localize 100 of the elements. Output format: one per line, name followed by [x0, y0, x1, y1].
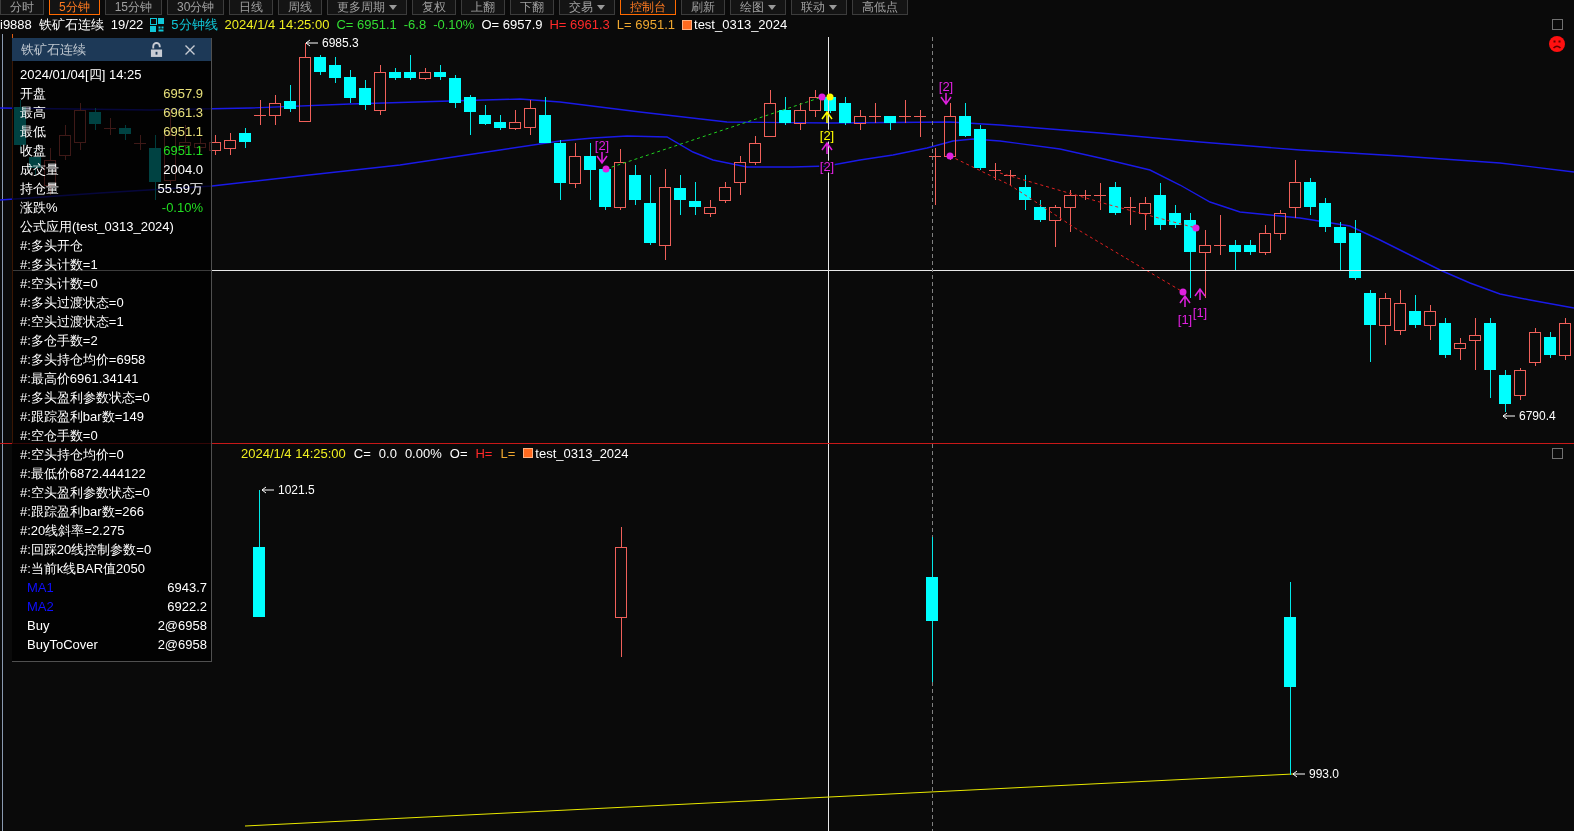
toolbar-button[interactable]: 交易 — [559, 0, 616, 15]
arrow-up-icon — [1194, 287, 1206, 301]
arrow-up-icon — [821, 141, 833, 155]
panel-date: 2024/01/04[四] 14:25 — [20, 65, 142, 84]
open-padlock-icon[interactable] — [150, 42, 163, 57]
candlestick — [329, 56, 341, 84]
indicator-name: Buy — [27, 618, 50, 633]
square-outline-icon[interactable] — [1552, 19, 1563, 30]
quote-value: C= — [353, 445, 371, 461]
candlestick — [794, 102, 806, 131]
quote-value: O= — [449, 445, 468, 461]
candlestick — [1499, 369, 1511, 413]
formula-output-line: #:跟踪盈利bar数=266 — [20, 502, 144, 521]
square-marker-icon — [523, 448, 534, 458]
arrow-up-icon — [1179, 294, 1191, 308]
candlestick — [554, 139, 566, 201]
high-price-label: 6985.3 — [322, 36, 359, 50]
formula-name: test_0313_2024 — [694, 17, 788, 32]
toolbar-button[interactable]: 15分钟 — [104, 0, 163, 15]
bar-datetime: 2024/1/4 14:25:00 — [224, 17, 330, 32]
toolbar-button[interactable]: 周线 — [278, 0, 323, 15]
candlestick — [1003, 169, 1017, 186]
candlestick — [898, 99, 912, 124]
candlestick — [1049, 204, 1061, 248]
signal-dot-icon — [1192, 224, 1200, 232]
candlestick — [809, 89, 821, 118]
indicator-value: 6922.2 — [167, 599, 207, 614]
square-marker-icon — [682, 19, 693, 30]
candlestick — [974, 124, 986, 171]
candlestick — [884, 115, 896, 131]
toolbar-button[interactable]: 下翻 — [510, 0, 555, 15]
leader-arrow — [261, 486, 275, 494]
candlestick — [584, 142, 596, 201]
candlestick — [509, 109, 521, 131]
toolbar-button[interactable]: 更多周期 — [327, 0, 408, 15]
candlestick — [944, 102, 956, 161]
candlestick — [1529, 327, 1541, 367]
candlestick — [359, 79, 371, 111]
sad-face-icon — [1549, 36, 1565, 52]
candlestick — [404, 54, 416, 81]
formula-output-line: #:空仓手数=0 — [20, 426, 98, 445]
signal-label: [2] — [938, 79, 954, 94]
candlestick — [1259, 224, 1271, 256]
signal-dot-icon — [946, 152, 954, 160]
candlestick — [1019, 174, 1031, 211]
formula-output-line: #:跟踪盈利bar数=149 — [20, 407, 144, 426]
toolbar-button[interactable]: 刷新 — [681, 0, 726, 15]
indicator-name: BuyToCover — [27, 637, 98, 652]
quote-value: 6951.1 — [163, 124, 203, 139]
quote-value: 0.0 — [378, 445, 397, 461]
candlestick — [1559, 317, 1571, 361]
toolbar-button[interactable]: 复权 — [412, 0, 457, 15]
candlestick — [284, 84, 296, 113]
indicator-name: MA2 — [27, 599, 54, 614]
quote-value: L= — [500, 445, 516, 461]
toolbar-button[interactable]: 绘图 — [730, 0, 787, 15]
quote-value: H= — [475, 445, 493, 461]
toolbar-button[interactable]: 日线 — [229, 0, 274, 15]
toolbar-button[interactable]: 5分钟 — [49, 0, 100, 15]
quote-value: O= 6957.9 — [481, 17, 543, 32]
signal-label: [2] — [594, 138, 610, 153]
candlestick — [1334, 221, 1346, 271]
candlestick — [868, 102, 882, 124]
square-outline-icon[interactable] — [1552, 447, 1563, 459]
candlestick — [1424, 304, 1436, 341]
candlestick — [1544, 331, 1556, 359]
formula-output-line: #:空头持仓均价=0 — [20, 445, 124, 464]
quote-value: L= 6951.1 — [616, 17, 676, 32]
quote-value: 6957.9 — [163, 86, 203, 101]
candlestick — [1439, 317, 1451, 359]
toolbar-button[interactable]: 高低点 — [852, 0, 909, 15]
formula-output-line: #:多头计数=1 — [20, 255, 98, 274]
quote-value: 0.00% — [404, 445, 442, 461]
arrow-down-icon — [940, 92, 952, 106]
formula-output-line: #:当前k线BAR值2050 — [20, 559, 145, 578]
grid-icon[interactable] — [150, 17, 165, 32]
bar-datetime: 2024/1/4 14:25:00 — [241, 445, 346, 461]
candlestick — [449, 74, 461, 109]
candlestick — [1199, 229, 1211, 299]
quote-value: -0.10% — [433, 17, 475, 32]
toolbar-button[interactable]: 分时 — [0, 0, 44, 15]
candlestick — [479, 104, 491, 126]
toolbar-button[interactable]: 30分钟 — [167, 0, 225, 15]
arrow-up-icon — [821, 110, 833, 124]
toolbar-button[interactable]: 控制台 — [620, 0, 677, 15]
candlestick — [1349, 219, 1361, 281]
candlestick — [839, 96, 851, 126]
toolbar-button[interactable]: 联动 — [791, 0, 848, 15]
candlestick — [674, 174, 686, 216]
formula-output-line: #:多头盈利参数状态=0 — [20, 388, 150, 407]
toolbar-button[interactable]: 上翻 — [461, 0, 506, 15]
quote-value: 6961.3 — [163, 105, 203, 120]
candlestick — [1289, 159, 1301, 219]
close-icon[interactable] — [185, 44, 195, 55]
candlestick — [539, 96, 551, 144]
candlestick — [779, 96, 791, 126]
formula-name: test_0313_2024 — [535, 445, 629, 461]
candlestick — [1454, 337, 1466, 361]
candlestick — [704, 199, 716, 218]
candlestick — [734, 155, 746, 196]
